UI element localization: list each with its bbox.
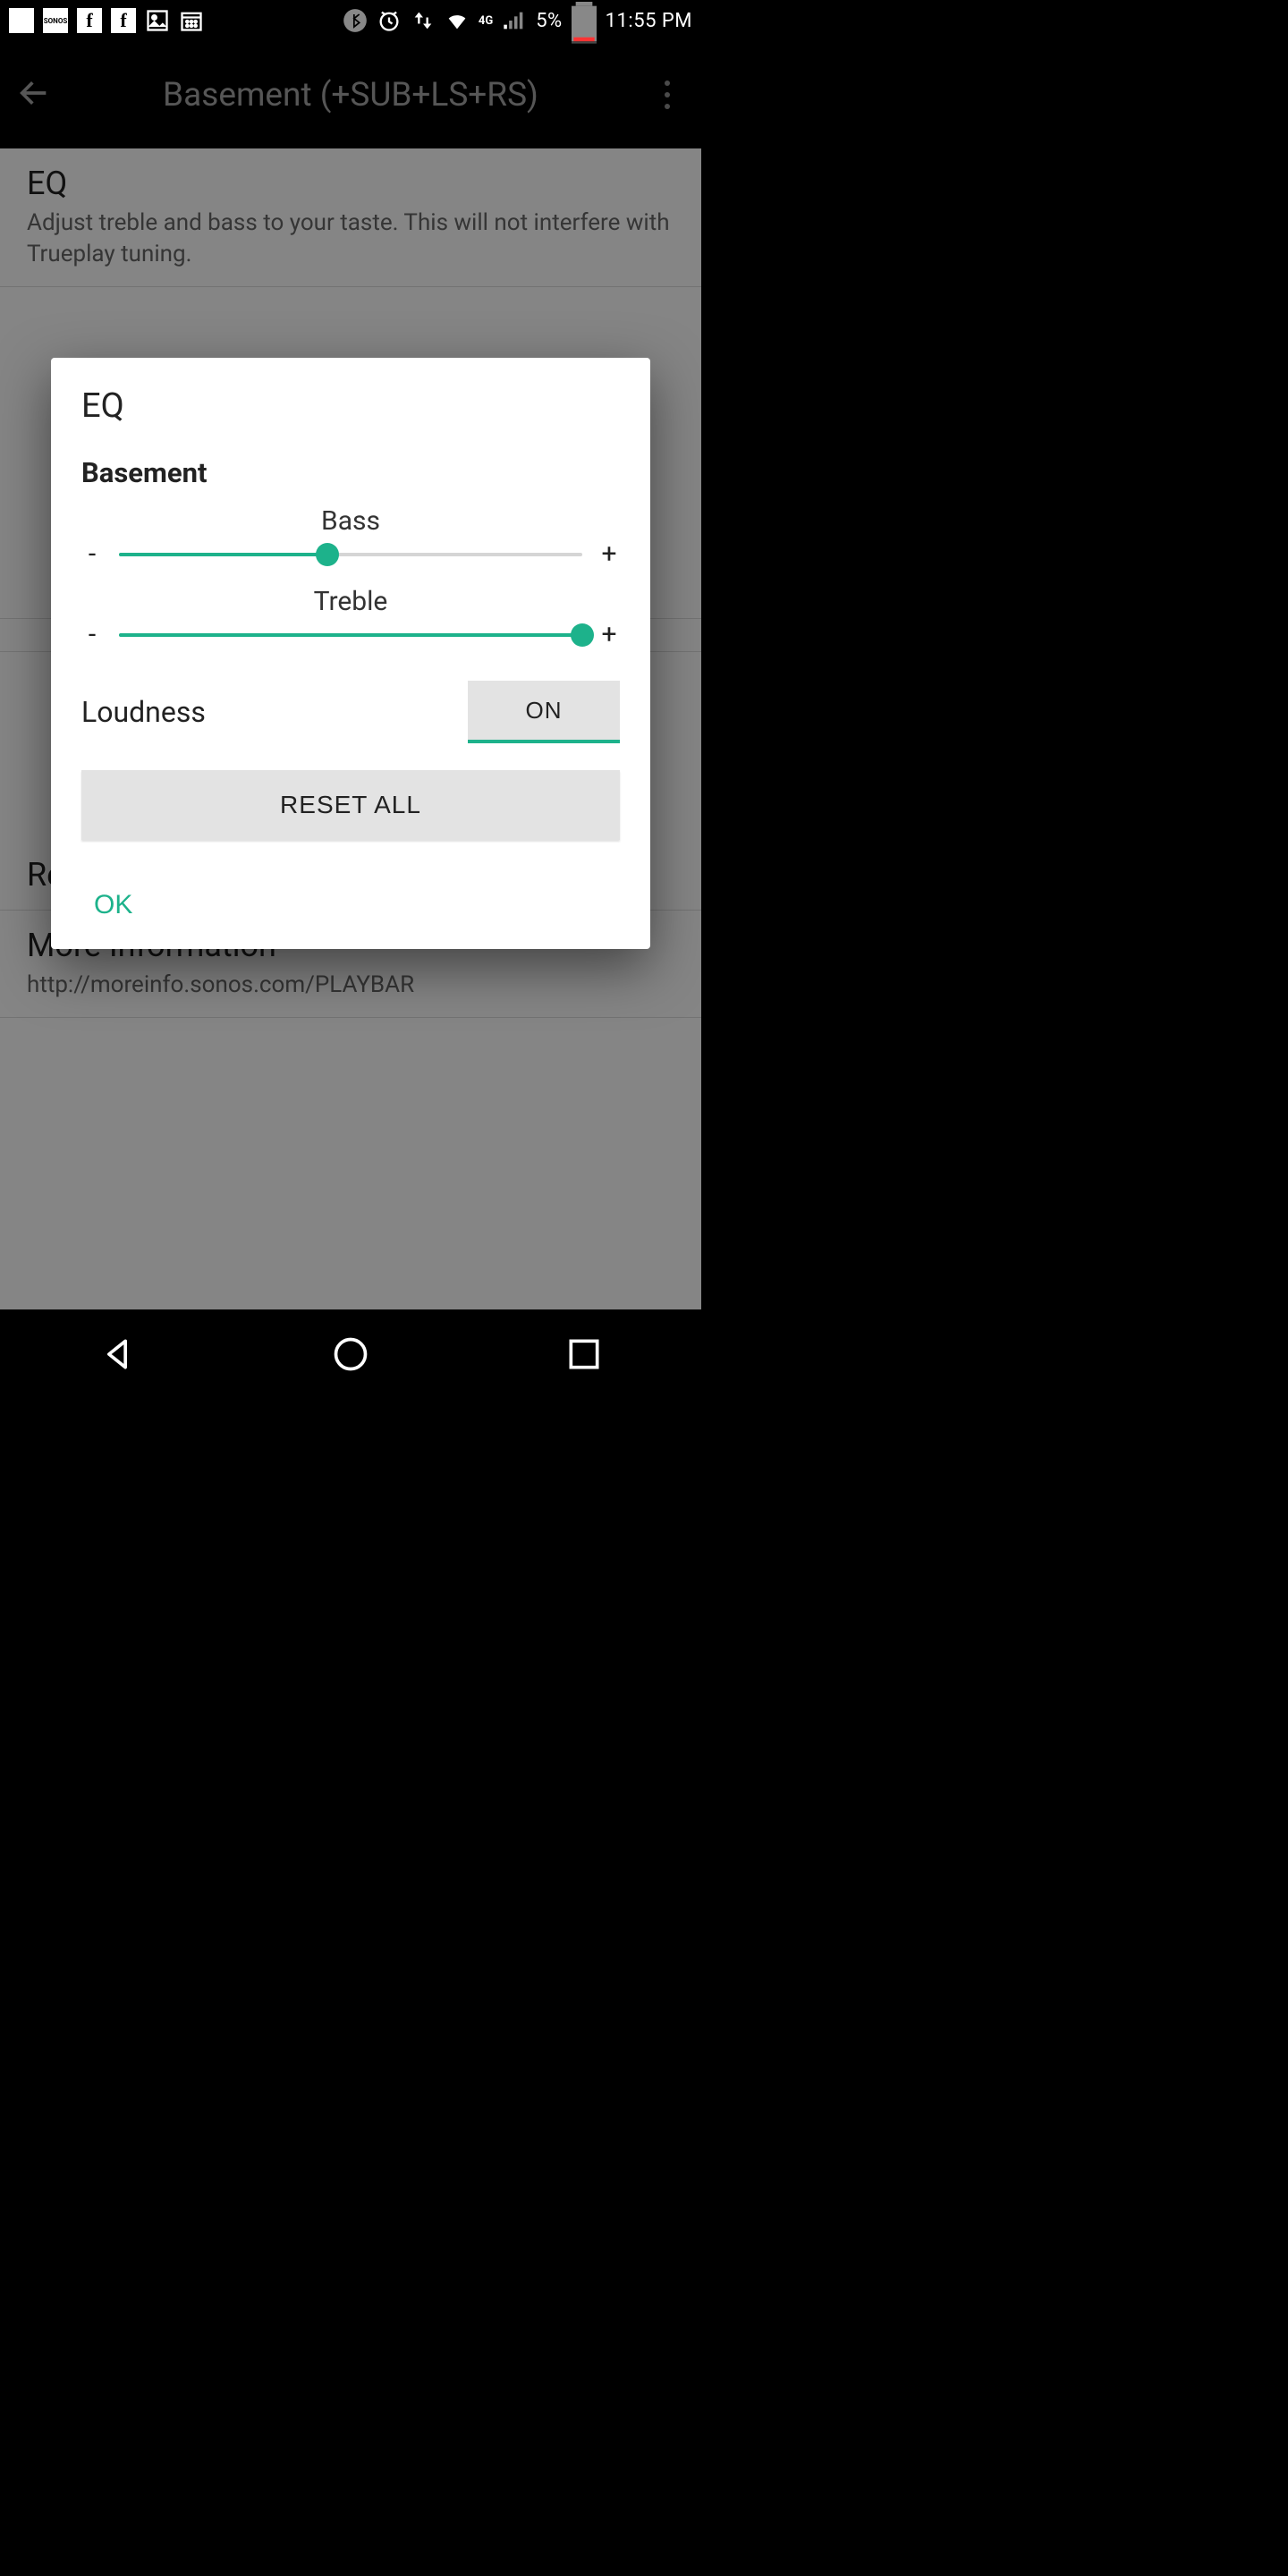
bass-slider[interactable] (119, 541, 582, 568)
notification-dots-icon (9, 8, 34, 33)
android-nav-bar (0, 1309, 701, 1402)
eq-dialog: EQ Basement Bass - + Treble - (51, 358, 650, 949)
treble-slider[interactable] (119, 622, 582, 648)
battery-icon (572, 8, 597, 33)
network-type: 4G (479, 14, 493, 28)
bass-slider-thumb[interactable] (316, 543, 339, 566)
dialog-title: EQ (81, 386, 620, 426)
nav-home-icon (331, 1335, 370, 1374)
bass-label: Bass (81, 505, 620, 537)
clock-time: 11:55 PM (606, 10, 692, 32)
reset-all-button[interactable]: RESET ALL (81, 770, 620, 840)
battery-percentage: 5% (536, 10, 562, 32)
loudness-label: Loudness (81, 695, 206, 729)
treble-slider-block: Treble - + (81, 586, 620, 650)
dialog-room-name: Basement (81, 456, 620, 489)
nav-back-icon (97, 1335, 137, 1374)
treble-label: Treble (81, 586, 620, 617)
picture-icon (145, 8, 170, 33)
loudness-toggle[interactable]: ON (468, 681, 620, 743)
treble-increase-button[interactable]: + (598, 619, 620, 650)
bass-slider-block: Bass - + (81, 505, 620, 570)
calendar-icon (179, 8, 204, 33)
wifi-icon (445, 8, 470, 33)
data-sync-icon (411, 8, 436, 33)
nav-recent-icon (564, 1335, 604, 1374)
nav-recent-button[interactable] (564, 1335, 604, 1377)
treble-decrease-button[interactable]: - (81, 619, 103, 650)
nav-back-button[interactable] (97, 1335, 137, 1377)
status-bar: SONOS f f 4G 5% 11:55 PM (0, 0, 701, 41)
signal-icon (502, 8, 527, 33)
ok-button[interactable]: OK (81, 883, 145, 928)
bass-increase-button[interactable]: + (598, 538, 620, 570)
facebook-icon: f (77, 8, 102, 33)
facebook-icon: f (111, 8, 136, 33)
nav-home-button[interactable] (331, 1335, 370, 1377)
bass-decrease-button[interactable]: - (81, 538, 103, 570)
treble-slider-thumb[interactable] (571, 623, 594, 647)
sonos-app-icon: SONOS (43, 8, 68, 33)
alarm-icon (377, 8, 402, 33)
bluetooth-icon (343, 8, 368, 33)
